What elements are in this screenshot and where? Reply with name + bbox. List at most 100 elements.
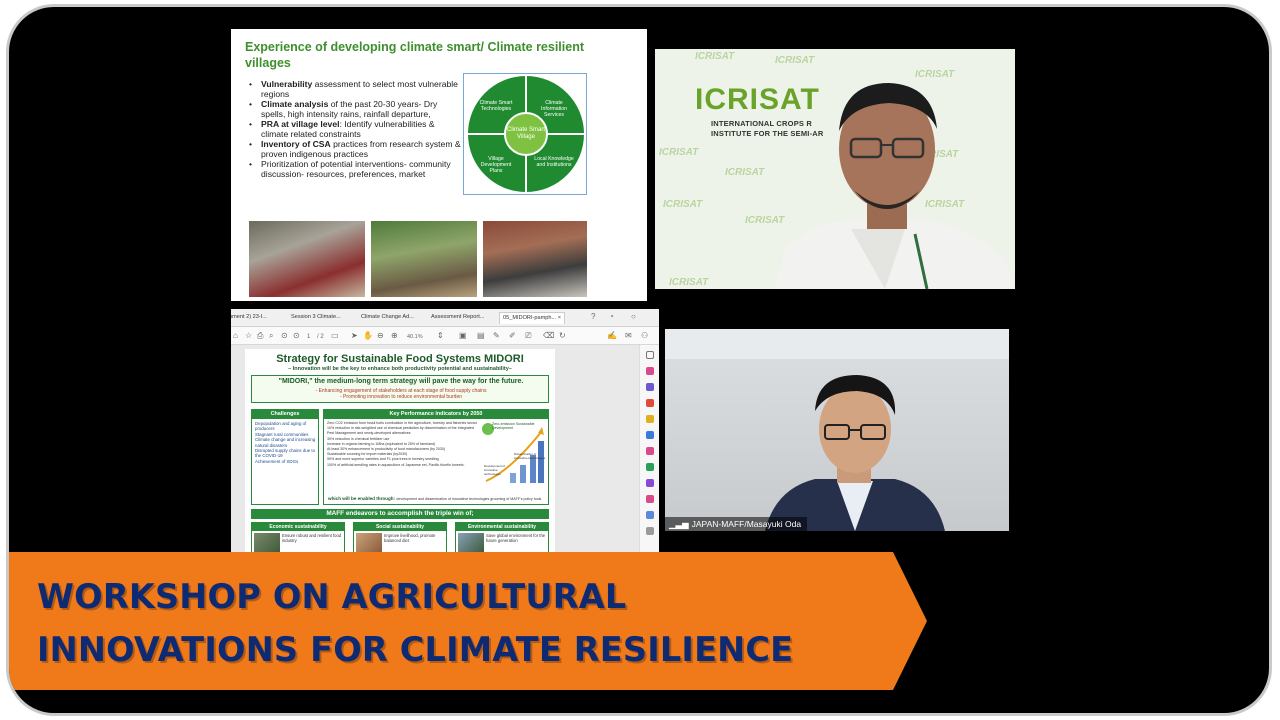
field-photo bbox=[371, 221, 477, 297]
speaker-silhouette bbox=[775, 83, 1015, 289]
doc-subtitle: – Innovation will be the key to enhance … bbox=[288, 366, 512, 372]
pdf-tab[interactable]: Assessment Report... bbox=[431, 313, 484, 325]
scroll-down-icon[interactable]: ⊙ bbox=[293, 331, 300, 341]
page-total: / 2 bbox=[317, 334, 324, 340]
stamp-icon[interactable]: ⎚ bbox=[525, 331, 531, 341]
sustainability-box: Social sustainability Improve livelihood… bbox=[353, 522, 447, 553]
help-icon[interactable]: ? bbox=[591, 312, 595, 322]
export-icon[interactable] bbox=[646, 367, 654, 375]
save-icon[interactable]: ▣ bbox=[459, 331, 467, 341]
strategy-band: "MIDORI," the medium-long term strategy … bbox=[251, 375, 549, 403]
challenge-item: Disrupted supply chains due to the COVID… bbox=[255, 448, 316, 459]
pen-icon[interactable]: ✎ bbox=[493, 331, 500, 341]
backdrop-watermark: ICRISAT bbox=[669, 277, 709, 288]
challenges-box: Challenges Depopulation and aging of pro… bbox=[251, 409, 319, 505]
organize-icon[interactable] bbox=[646, 431, 654, 439]
zoom-in-icon[interactable]: ⊕ bbox=[391, 331, 398, 341]
compress-icon[interactable] bbox=[646, 495, 654, 503]
pdf-tab-bar: hment 2) 23-I... Session 3 Climate... Cl… bbox=[231, 309, 659, 327]
backdrop-watermark: ICRISAT bbox=[659, 147, 699, 158]
fill-sign-icon[interactable] bbox=[646, 479, 654, 487]
delete-icon[interactable]: ⌫ bbox=[543, 331, 554, 341]
diagram-center-label: Climate Smart Village bbox=[504, 112, 548, 156]
speaker-silhouette bbox=[665, 329, 1009, 531]
protect-icon[interactable] bbox=[646, 463, 654, 471]
banner-title-line: INNOVATIONS FOR CLIMATE RESILIENCE bbox=[37, 630, 794, 669]
pdf-viewer: hment 2) 23-I... Session 3 Climate... Cl… bbox=[231, 309, 659, 553]
video-frame: Experience of developing climate smart/ … bbox=[6, 4, 1272, 716]
diagram-quadrant-label: Local Knowledge and Institutions bbox=[534, 156, 574, 168]
field-photo bbox=[249, 221, 365, 297]
sustainability-box: Environmental sustainability Save global… bbox=[455, 522, 549, 553]
search-icon[interactable]: ⌕ bbox=[269, 331, 273, 341]
comment-icon[interactable]: ▤ bbox=[477, 331, 485, 341]
banner-title-line: WORKSHOP ON AGRICULTURAL bbox=[37, 577, 627, 616]
scan-icon[interactable] bbox=[646, 447, 654, 455]
kpi-chart-label: Zero-emission Sustainable Development bbox=[492, 422, 535, 430]
signal-strength-icon: ▁▃▅ bbox=[669, 519, 689, 529]
home-icon[interactable]: ⌂ bbox=[233, 331, 238, 341]
account-icon[interactable]: ○ bbox=[631, 312, 636, 322]
pdf-tools-sidebar bbox=[639, 345, 659, 553]
page-number-input[interactable]: 1 bbox=[307, 332, 310, 342]
sign-icon[interactable]: ✍ bbox=[607, 331, 617, 341]
bookmark-icon[interactable]: ☆ bbox=[245, 331, 252, 341]
kpi-item: 100% of artificial seedling rates in aqu… bbox=[327, 462, 465, 467]
diagram-quadrant-label: Climate Smart Technologies bbox=[479, 100, 513, 112]
banner-title: WORKSHOP ON AGRICULTURAL INNOVATIONS FOR… bbox=[37, 570, 897, 676]
slide-bullet: Inventory of CSA practices from research… bbox=[249, 139, 463, 159]
pdf-tab-active[interactable]: 05_MIDORI-pamph... × bbox=[499, 312, 566, 324]
title-banner: WORKSHOP ON AGRICULTURAL INNOVATIONS FOR… bbox=[9, 552, 929, 690]
more-tools-icon[interactable] bbox=[646, 511, 654, 519]
notification-icon[interactable]: ◔ bbox=[609, 312, 614, 322]
kpi-footer: which will be enabled through: developme… bbox=[328, 496, 542, 501]
maff-band: MAFF endeavors to accomplish the triple … bbox=[251, 509, 549, 519]
close-icon[interactable]: × bbox=[558, 315, 561, 321]
backdrop-watermark: ICRISAT bbox=[663, 199, 703, 210]
challenge-item: Achievement of SDGs bbox=[255, 458, 299, 464]
kpi-box: Key Performance Indicators by 2050 Zero … bbox=[323, 409, 549, 505]
shared-slide: Experience of developing climate smart/ … bbox=[231, 29, 647, 301]
hand-tool-icon[interactable]: ✋ bbox=[363, 331, 373, 341]
slide-title: Experience of developing climate smart/ … bbox=[245, 40, 585, 70]
create-pdf-icon[interactable] bbox=[646, 399, 654, 407]
doc-title: Strategy for Sustainable Food Systems MI… bbox=[276, 353, 524, 365]
mail-icon[interactable]: ✉ bbox=[625, 331, 632, 341]
participant-name-tag: ▁▃▅ JAPAN-MAFF/Masayuki Oda bbox=[665, 517, 808, 531]
backdrop-watermark: ICRISAT bbox=[695, 51, 735, 62]
climate-smart-village-diagram: Climate Smart Technologies Climate Infor… bbox=[463, 73, 587, 195]
diagram-quadrant-label: Village Development Plans bbox=[480, 156, 512, 174]
zoom-level[interactable]: 40.1% bbox=[407, 332, 423, 342]
kpi-chart-note: Dissemination of innovative technologies bbox=[514, 452, 546, 460]
slide-bullet: Prioritization of potential intervention… bbox=[249, 159, 463, 179]
share-icon[interactable]: ⚇ bbox=[641, 331, 648, 341]
scroll-up-icon[interactable]: ⊙ bbox=[281, 331, 288, 341]
zoom-out-icon[interactable]: ⊖ bbox=[377, 331, 384, 341]
pdf-tab[interactable]: hment 2) 23-I... bbox=[231, 313, 267, 325]
speaker-video-icrisat: ICRISAT ICRISAT ICRISAT ICRISAT ICRISAT … bbox=[655, 49, 1015, 289]
sustainability-box: Economic sustainability Ensure robust an… bbox=[251, 522, 345, 553]
backdrop-watermark: ICRISAT bbox=[775, 55, 815, 66]
pdf-page: Strategy for Sustainable Food Systems MI… bbox=[245, 349, 555, 553]
kpi-item: 10% reduction in risk-weighted use of ch… bbox=[327, 426, 474, 436]
edit-icon[interactable] bbox=[646, 383, 654, 391]
rotate-icon[interactable]: ↻ bbox=[559, 331, 566, 341]
settings-icon[interactable] bbox=[646, 527, 654, 535]
zoom-icon[interactable] bbox=[646, 351, 654, 359]
speaker-video-maff: ▁▃▅ JAPAN-MAFF/Masayuki Oda bbox=[665, 329, 1009, 531]
slide-bullet: Climate analysis of the past 20-30 years… bbox=[249, 99, 463, 119]
kpi-chart-note: Development of innovative technologies bbox=[484, 464, 506, 476]
diagram-quadrant-label: Climate Information Services bbox=[541, 100, 567, 118]
print-icon[interactable]: ⎙ bbox=[257, 331, 263, 341]
draw-icon[interactable]: ✐ bbox=[509, 331, 516, 341]
challenge-item: Depopulation and aging of producers bbox=[255, 421, 307, 432]
pdf-tab[interactable]: Climate Change Ad... bbox=[361, 313, 414, 325]
slide-bullet: Vulnerability assessment to select most … bbox=[249, 79, 463, 99]
fit-page-icon[interactable]: ▭ bbox=[331, 331, 339, 341]
pdf-tab[interactable]: Session 3 Climate... bbox=[291, 313, 341, 325]
scroll-mode-icon[interactable]: ⇕ bbox=[437, 331, 444, 341]
select-tool-icon[interactable]: ➤ bbox=[351, 331, 358, 341]
challenge-item: Climate change and increasing natural di… bbox=[255, 437, 316, 448]
slide-bullet: PRA at village level: Identify vulnerabi… bbox=[249, 119, 463, 139]
comment-tool-icon[interactable] bbox=[646, 415, 654, 423]
